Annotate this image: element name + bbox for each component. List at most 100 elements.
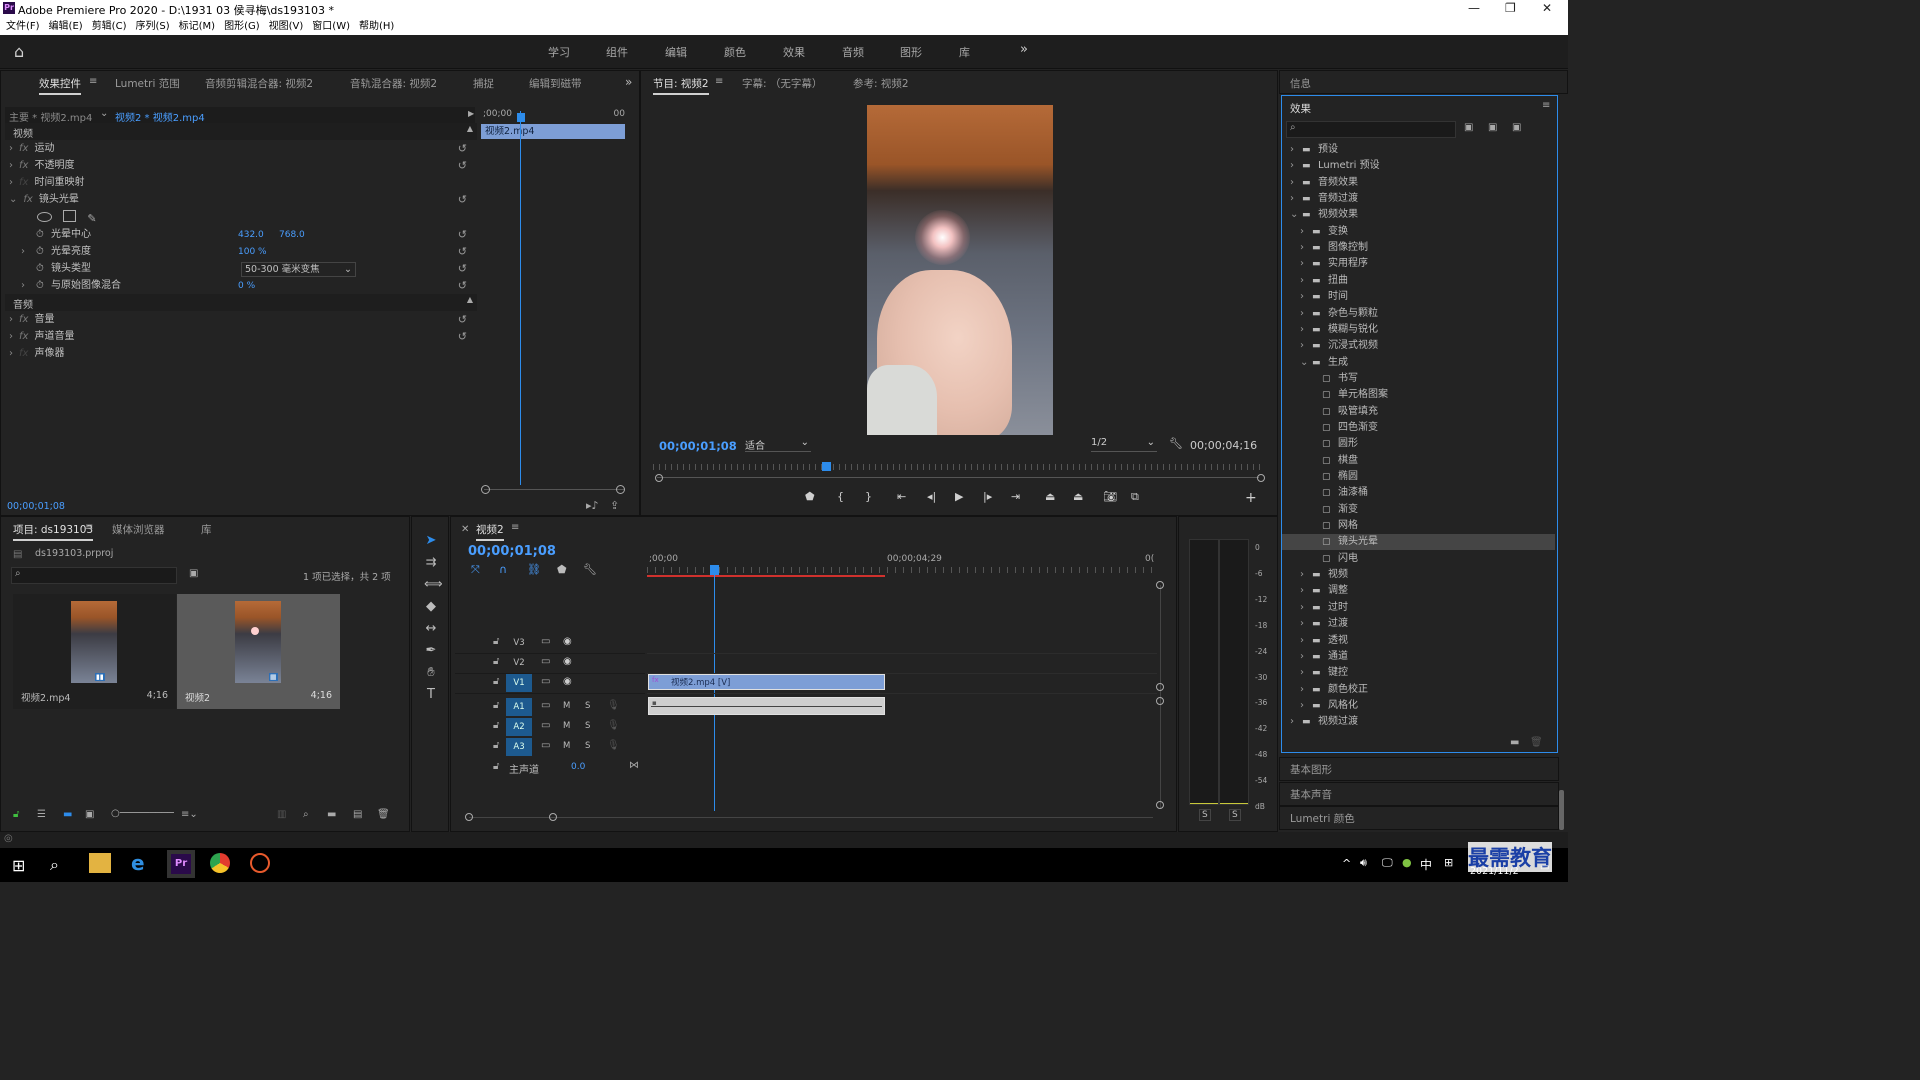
razor-tool-icon[interactable]: ◆ — [424, 599, 438, 614]
zoom-handle-left[interactable] — [655, 474, 663, 482]
effect-row[interactable]: ⌄ fx 镜头光晕 ↺ — [9, 192, 475, 208]
automate-icon[interactable]: ▥ — [277, 809, 286, 820]
sync-lock-icon[interactable]: ▭ — [541, 700, 550, 711]
panel-menu-icon[interactable]: ≡ — [89, 76, 97, 87]
nest-icon[interactable]: ⤧ — [471, 563, 480, 577]
project-tab[interactable]: 项目: ds193103 — [13, 522, 94, 541]
chevron-right-icon[interactable]: › — [9, 331, 13, 342]
windows-start-icon[interactable]: ⊞ — [12, 856, 25, 875]
chevron-right-icon[interactable]: › — [9, 177, 13, 188]
chevron-right-icon[interactable]: › — [1300, 224, 1304, 240]
effect-folder[interactable]: › ▬ 变换 — [1282, 224, 1555, 240]
ellipse-mask-icon[interactable] — [37, 212, 52, 222]
track-label[interactable]: A1 — [506, 698, 532, 716]
accelerated-effects-icon[interactable]: ▣ — [1464, 122, 1473, 133]
panel-menu-icon[interactable]: ≡ — [511, 522, 519, 533]
eye-icon[interactable]: ◉ — [563, 636, 572, 647]
tray-chevron-icon[interactable]: ^ — [1342, 857, 1351, 870]
restore-icon[interactable]: ❐ — [1505, 1, 1516, 15]
go-to-in-icon[interactable]: ⇤ — [897, 490, 906, 503]
add-marker-icon[interactable]: ⬟ — [557, 563, 567, 576]
snap-icon[interactable]: ∩ — [499, 563, 507, 576]
sequence-clip-label[interactable]: 视频2 * 视频2.mp4 — [115, 109, 205, 124]
workspace-tab[interactable]: 图形 — [900, 44, 922, 60]
reset-icon[interactable]: ↺ — [458, 244, 467, 260]
chevron-right-icon[interactable]: › — [1300, 306, 1304, 322]
ec-ruler[interactable]: ;00;00 00 — [481, 107, 627, 123]
menu-item[interactable]: 文件(F) — [6, 18, 40, 35]
chevron-right-icon[interactable]: › — [9, 314, 13, 325]
effect-folder[interactable]: › ▬ 实用程序 — [1282, 256, 1555, 272]
chevron-right-icon[interactable]: › — [1290, 175, 1294, 191]
chevron-down-icon[interactable]: ⌄ — [1300, 355, 1308, 371]
sync-lock-icon[interactable]: ▭ — [541, 720, 550, 731]
chevron-down-icon[interactable]: ⌄ — [1290, 207, 1298, 223]
audio-effect-row[interactable]: › fx 音量 ↺ — [9, 312, 475, 328]
video-clip[interactable]: fx 视频2.mp4 [V] — [648, 674, 885, 690]
effect-item[interactable]: ▢ 棋盘 — [1282, 453, 1555, 469]
chevron-right-icon[interactable]: › — [1300, 616, 1304, 632]
effect-folder[interactable]: ⌄ ▬ 生成 — [1282, 355, 1555, 371]
eye-icon[interactable]: ◉ — [563, 676, 572, 687]
effect-folder[interactable]: › ▬ 扭曲 — [1282, 273, 1555, 289]
reset-icon[interactable]: ↺ — [458, 329, 467, 345]
reset-icon[interactable]: ↺ — [458, 192, 467, 208]
monitor-tab[interactable]: 字幕: （无字幕） — [742, 76, 822, 91]
timeline-hscroll[interactable] — [469, 817, 1153, 818]
reset-icon[interactable]: ↺ — [458, 312, 467, 328]
chevron-right-icon[interactable]: › — [1300, 600, 1304, 616]
panel-menu-icon[interactable]: ≡ — [85, 522, 93, 533]
new-item-icon[interactable]: ▤ — [353, 809, 362, 820]
workspace-tab[interactable]: 效果 — [783, 44, 805, 60]
chevron-down-icon[interactable]: ⌄ — [100, 108, 108, 119]
effect-controls-tab[interactable]: 音轨混合器: 视频2 — [350, 76, 437, 91]
effect-folder[interactable]: › ▬ 图像控制 — [1282, 240, 1555, 256]
program-zoom-bar[interactable] — [657, 477, 1259, 478]
camera-icon[interactable]: 📷︎ — [1103, 490, 1117, 503]
menu-item[interactable]: 窗口(W) — [312, 18, 350, 35]
solo-button[interactable]: S — [585, 721, 590, 731]
selection-tool-icon[interactable]: ➤ — [424, 533, 438, 548]
go-to-end-icon[interactable]: ⋈ — [629, 760, 639, 771]
project-tab[interactable]: 媒体浏览器 — [112, 522, 165, 537]
chevron-right-icon[interactable]: › — [9, 160, 13, 171]
effect-item[interactable]: ▢ 镜头光晕 — [1282, 534, 1555, 551]
workspace-tab[interactable]: 音频 — [842, 44, 864, 60]
lock-icon[interactable]: 🔓︎ — [493, 720, 499, 731]
collapse-icon[interactable]: ▲ — [467, 124, 473, 133]
solo-button[interactable]: S — [585, 701, 590, 711]
track-lane[interactable] — [647, 654, 1157, 674]
chevron-right-icon[interactable]: › — [1300, 682, 1304, 698]
fx-toggle-icon[interactable]: fx — [19, 160, 28, 171]
fit-dropdown[interactable]: 适合 ⌄ — [745, 437, 811, 452]
effect-item[interactable]: ▢ 吸管填充 — [1282, 404, 1555, 420]
ime-mode-icon[interactable]: ⊞ — [1444, 856, 1453, 869]
linked-selection-icon[interactable]: ⛓︎ — [527, 563, 541, 576]
yuv-effects-icon[interactable]: ▣ — [1512, 122, 1521, 133]
timeline-tab[interactable]: 视频2 — [476, 522, 504, 541]
pen-mask-icon[interactable]: ✎ — [87, 212, 96, 225]
find-icon[interactable]: ⌕ — [303, 809, 309, 820]
track-label[interactable]: V2 — [506, 654, 532, 672]
add-marker-icon[interactable]: ⬟ — [805, 490, 815, 503]
wrench-icon[interactable]: 🔧︎ — [1169, 437, 1183, 450]
chevron-right-icon[interactable]: › — [1300, 583, 1304, 599]
param-value[interactable]: 100 % — [238, 244, 267, 260]
chevron-right-icon[interactable]: › — [1300, 567, 1304, 583]
ec-timecode[interactable]: 00;00;01;08 — [7, 501, 65, 512]
effect-item[interactable]: ▢ 渐变 — [1282, 502, 1555, 518]
chevron-right-icon[interactable]: › — [1300, 665, 1304, 681]
track-label[interactable]: V3 — [506, 634, 532, 652]
sync-lock-icon[interactable]: ▭ — [541, 656, 550, 667]
chrome-icon[interactable] — [210, 853, 230, 873]
menu-item[interactable]: 视图(V) — [269, 18, 304, 35]
resolution-dropdown[interactable]: 1/2 ⌄ — [1091, 437, 1157, 452]
reset-icon[interactable]: ↺ — [458, 158, 467, 174]
effect-item[interactable]: ▢ 网格 — [1282, 518, 1555, 534]
fx-toggle-icon[interactable]: fx — [19, 331, 28, 342]
chevron-right-icon[interactable]: › — [1300, 322, 1304, 338]
fx-toggle-icon[interactable]: fx — [19, 177, 28, 188]
close-icon[interactable]: ✕ — [1542, 1, 1552, 15]
add-button-icon[interactable]: + — [1245, 490, 1257, 506]
clear-icon[interactable]: 🗑︎ — [377, 809, 390, 820]
